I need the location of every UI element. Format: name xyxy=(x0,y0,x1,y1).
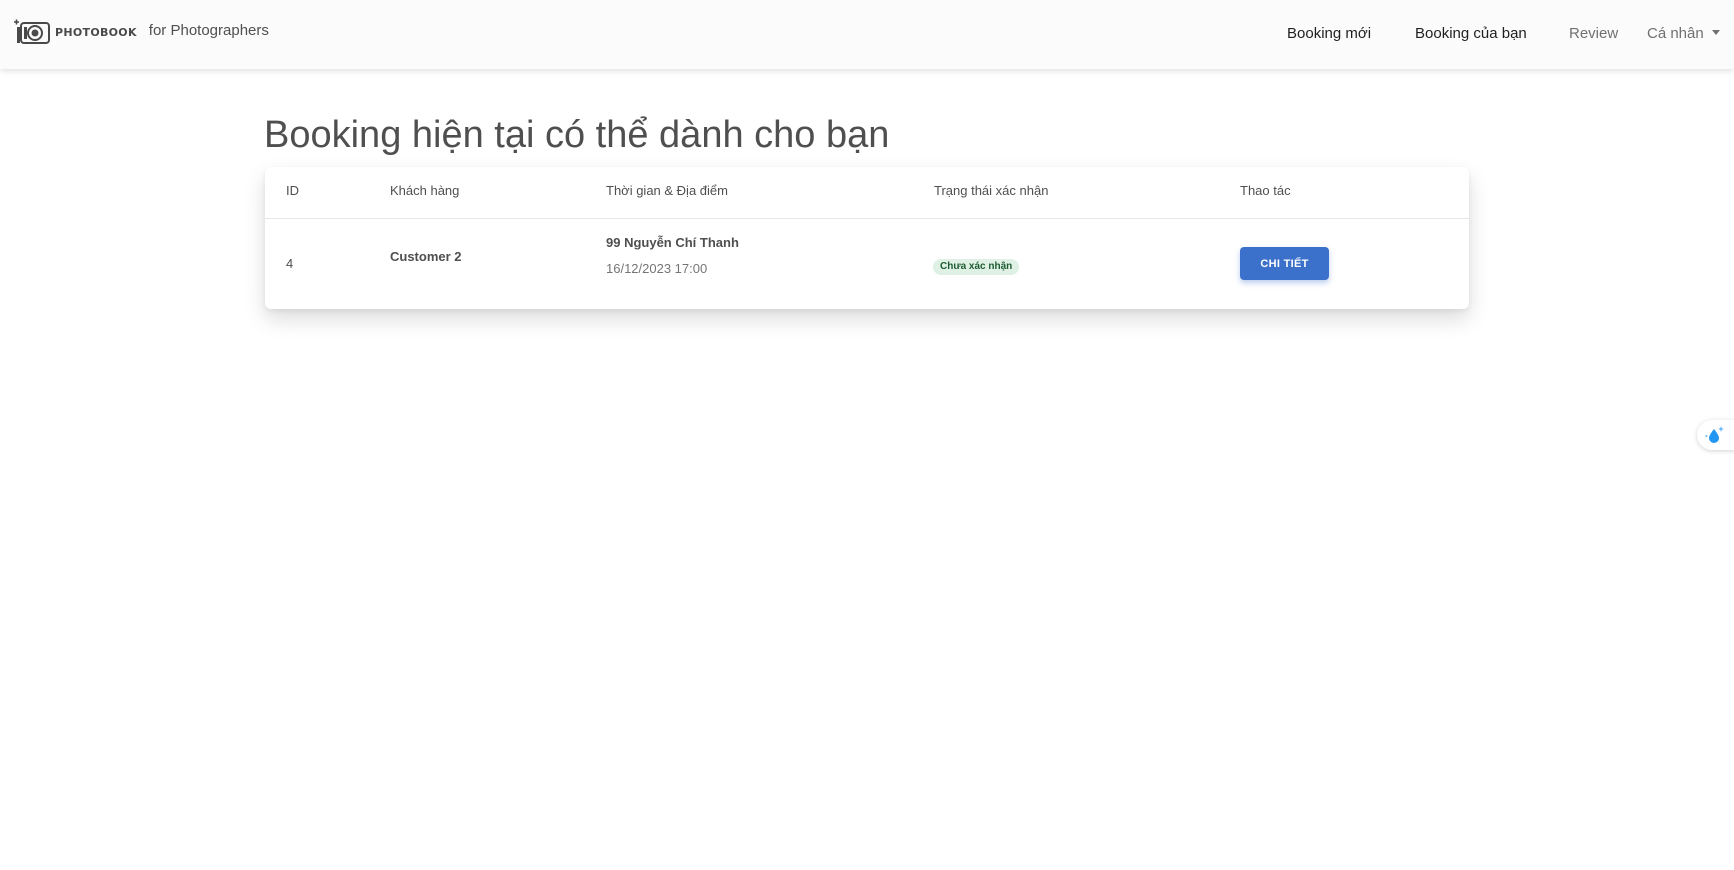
header-id: ID xyxy=(286,183,299,198)
floating-widget[interactable] xyxy=(1697,420,1734,450)
navbar: PHOTOBOOK for Photographers Booking mới … xyxy=(0,0,1734,69)
header-status: Trạng thái xác nhận xyxy=(934,183,1049,198)
nav-booking-new[interactable]: Booking mới xyxy=(1287,24,1371,44)
water-drop-sparkle-icon xyxy=(1705,426,1724,443)
header-time-location: Thời gian & Địa điểm xyxy=(606,183,728,198)
caret-down-icon xyxy=(1711,29,1720,35)
status-badge: Chưa xác nhận xyxy=(933,259,1020,275)
detail-button[interactable]: CHI TIẾT xyxy=(1240,247,1329,280)
nav-personal-dropdown[interactable]: Cá nhân xyxy=(1647,24,1720,44)
nav-menu: Booking mới Booking của bạn Review Cá nh… xyxy=(0,0,1734,69)
nav-personal-label: Cá nhân xyxy=(1647,25,1704,42)
row-location: 99 Nguyễn Chí Thanh xyxy=(606,235,739,250)
row-datetime: 16/12/2023 17:00 xyxy=(606,261,708,276)
header-customer: Khách hàng xyxy=(390,183,460,198)
table-header: ID Khách hàng Thời gian & Địa điểm Trạng… xyxy=(265,167,1469,219)
bookings-table: ID Khách hàng Thời gian & Địa điểm Trạng… xyxy=(265,167,1469,309)
nav-review[interactable]: Review xyxy=(1569,24,1618,44)
page-title: Booking hiện tại có thể dành cho bạn xyxy=(264,114,890,156)
nav-booking-mine[interactable]: Booking của bạn xyxy=(1415,24,1527,44)
header-action: Thao tác xyxy=(1240,183,1291,198)
row-id: 4 xyxy=(286,256,294,271)
row-customer: Customer 2 xyxy=(390,249,462,264)
